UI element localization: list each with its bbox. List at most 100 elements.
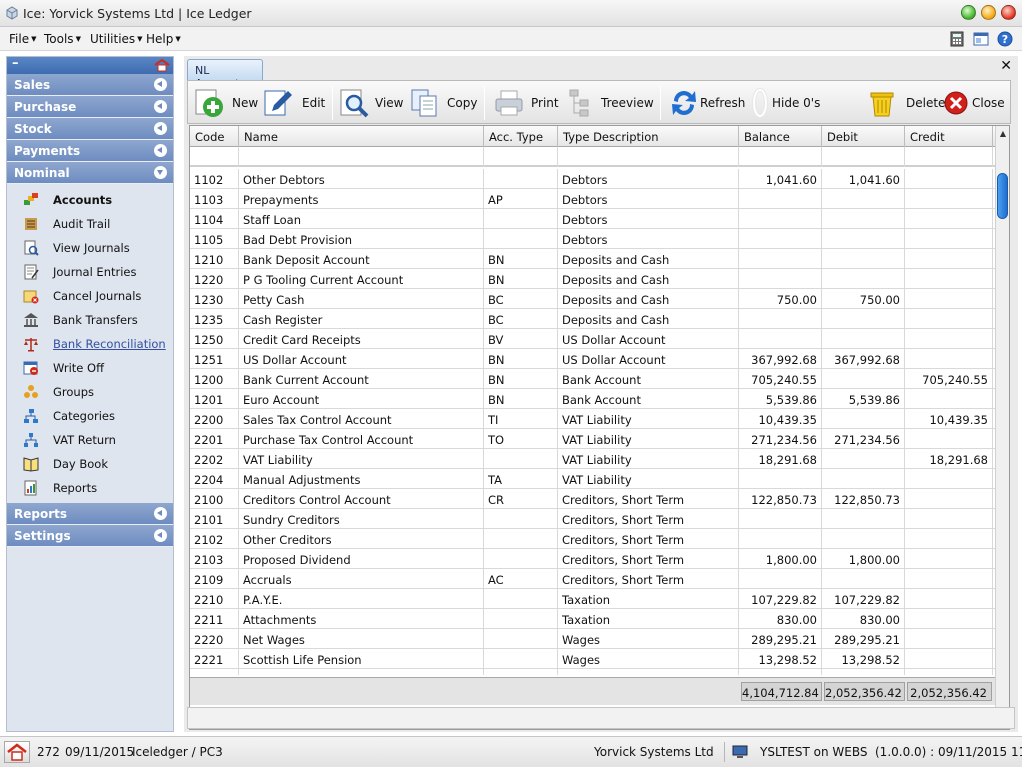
new-button[interactable]: New [193,87,259,119]
table-row[interactable]: 1103 Prepayments AP Debtors [190,189,995,209]
sidebar-item-day-book[interactable]: Day Book [7,452,173,476]
close-window-button[interactable] [1001,5,1016,20]
cell-balance [739,569,822,589]
column-header-acc-type[interactable]: Acc. Type [484,126,558,147]
table-row[interactable]: 1210 Bank Deposit Account BN Deposits and C… [190,249,995,269]
table-row[interactable]: 2202 VAT Liability VAT Liability 18,291.68 1… [190,449,995,469]
vertical-scrollbar[interactable]: ▲ ▼ [995,126,1009,729]
filter-cell-type-description[interactable] [558,147,739,167]
table-row[interactable]: 2222Pension Fund Wages [190,669,995,675]
filter-cell-code[interactable] [190,147,239,167]
table-row[interactable]: 1105 Bad Debt Provision Debtors [190,229,995,249]
menu-help[interactable]: Help ▼ [146,32,181,46]
table-row[interactable]: 1102 Other Debtors Debtors 1,041.60 1,041.60 [190,169,995,189]
sidebar-section-purchase[interactable]: Purchase [7,96,173,118]
menu-tools[interactable]: Tools ▼ [44,32,81,46]
sidebar-item-accounts[interactable]: Accounts [7,188,173,212]
sidebar-section-stock[interactable]: Stock [7,118,173,140]
table-row[interactable]: 2101 Sundry Creditors Creditors, Short Ter… [190,509,995,529]
sidebar-section-nominal[interactable]: Nominal [7,162,173,184]
cell-credit [905,249,993,269]
column-header-type-description[interactable]: Type Description [558,126,739,147]
close-tab-icon[interactable]: ✕ [1000,58,1012,74]
sidebar-item-view-journals[interactable]: View Journals [7,236,173,260]
menu-utilities[interactable]: Utilities ▼ [90,32,143,46]
sidebar-item-groups[interactable]: Groups [7,380,173,404]
cell-acc-type: BN [484,389,558,409]
home-icon[interactable] [154,59,170,72]
column-header-code[interactable]: Code [190,126,239,147]
scroll-thumb[interactable] [997,173,1008,219]
filter-cell-credit[interactable] [905,147,993,167]
table-row[interactable]: 1230 Petty Cash BC Deposits and Cash 750.00 7… [190,289,995,309]
sidebar-item-write-off[interactable]: Write Off [7,356,173,380]
status-home-button[interactable] [4,741,30,763]
filter-row[interactable] [190,147,995,167]
sidebar-item-vat-return[interactable]: VAT Return [7,428,173,452]
sidebar-item-journal-entries[interactable]: Journal Entries [7,260,173,284]
table-row[interactable]: 1200 Bank Current Account BN Bank Account 70… [190,369,995,389]
hide-zeros-button[interactable]: Hide 0's [752,87,822,119]
table-row[interactable]: 2103 Proposed Dividend Creditors, Short Te… [190,549,995,569]
cell-balance: 705,240.55 [739,369,822,389]
column-header-credit[interactable]: Credit [905,126,993,147]
cell-name: Sundry Creditors [239,509,484,529]
table-row[interactable]: 2221 Scottish Life Pension Wages 13,298.52 1… [190,649,995,669]
menu-file[interactable]: File ▼ [9,32,36,46]
tab-nl-accounts[interactable]: NL Accounts [187,59,263,90]
table-row[interactable]: 2220 Net Wages Wages 289,295.21 289,295.21 [190,629,995,649]
table-row[interactable]: 2109 Accruals AC Creditors, Short Term [190,569,995,589]
sidebar-section-payments[interactable]: Payments [7,140,173,162]
table-row[interactable]: 2102 Other Creditors Creditors, Short Term [190,529,995,549]
filter-cell-balance[interactable] [739,147,822,167]
edit-button[interactable]: Edit [262,87,325,119]
filter-cell-acc-type[interactable] [484,147,558,167]
column-header-debit[interactable]: Debit [822,126,905,147]
cell-balance [739,509,822,529]
window-layout-icon[interactable] [973,31,989,47]
sidebar-section-sales[interactable]: Sales [7,74,173,96]
filter-cell-name[interactable] [239,147,484,167]
table-row[interactable]: 1235 Cash Register BC Deposits and Cash [190,309,995,329]
table-row[interactable]: 1251 US Dollar Account BN US Dollar Account… [190,349,995,369]
table-row[interactable]: 2210 P.A.Y.E. Taxation 107,229.82 107,229.82 [190,589,995,609]
table-row[interactable]: 1220 P G Tooling Current Account BN Deposit… [190,269,995,289]
refresh-button[interactable]: Refresh [668,87,745,119]
sidebar-item-categories[interactable]: Categories [7,404,173,428]
app-icon [6,6,18,20]
column-header-balance[interactable]: Balance [739,126,822,147]
sidebar-item-audit-trail[interactable]: Audit Trail [7,212,173,236]
sidebar-item-bank-reconciliation[interactable]: Bank Reconciliation [7,332,173,356]
scroll-up-icon[interactable]: ▲ [996,126,1009,142]
table-row[interactable]: 2200 Sales Tax Control Account TI VAT Liabi… [190,409,995,429]
treeview-button[interactable]: Treeview [567,87,654,119]
sidebar-item-reports[interactable]: Reports [7,476,173,500]
collapse-sidebar-icon[interactable]: – [12,56,19,71]
sidebar-section-reports[interactable]: Reports [7,503,173,525]
sidebar-section-settings[interactable]: Settings [7,525,173,547]
print-button[interactable]: Print [493,87,559,119]
table-row[interactable]: 1104 Staff Loan Debtors [190,209,995,229]
table-row[interactable]: 1201 Euro Account BN Bank Account 5,539.86 5,… [190,389,995,409]
calculator-icon[interactable] [949,31,965,47]
minimize-button[interactable] [961,5,976,20]
close-button[interactable]: Close [944,87,1006,119]
copy-button[interactable]: Copy [409,87,479,119]
table-row[interactable]: 1250 Credit Card Receipts BV US Dollar Acco… [190,329,995,349]
cell-credit: 18,291.68 [905,449,993,469]
column-header-name[interactable]: Name [239,126,484,147]
table-row[interactable]: 2211 Attachments Taxation 830.00 830.00 [190,609,995,629]
table-row[interactable]: 2100 Creditors Control Account CR Creditors… [190,489,995,509]
maximize-button[interactable] [981,5,996,20]
cell-type-description: Wages [558,649,739,669]
sidebar-item-cancel-journals[interactable]: Cancel Journals [7,284,173,308]
help-icon[interactable]: ? [997,31,1013,47]
table-row[interactable]: 2201 Purchase Tax Control Account TO VAT Li… [190,429,995,449]
delete-button[interactable]: Delete [866,87,945,119]
filter-cell-debit[interactable] [822,147,905,167]
sidebar: – Sales Purchase Stock Payments Nominal … [6,56,174,732]
sidebar-item-bank-transfers[interactable]: Bank Transfers [7,308,173,332]
view-button[interactable]: View [339,87,403,119]
status-database: YSLTEST on WEBS [760,745,868,759]
table-row[interactable]: 2204 Manual Adjustments TA VAT Liability [190,469,995,489]
